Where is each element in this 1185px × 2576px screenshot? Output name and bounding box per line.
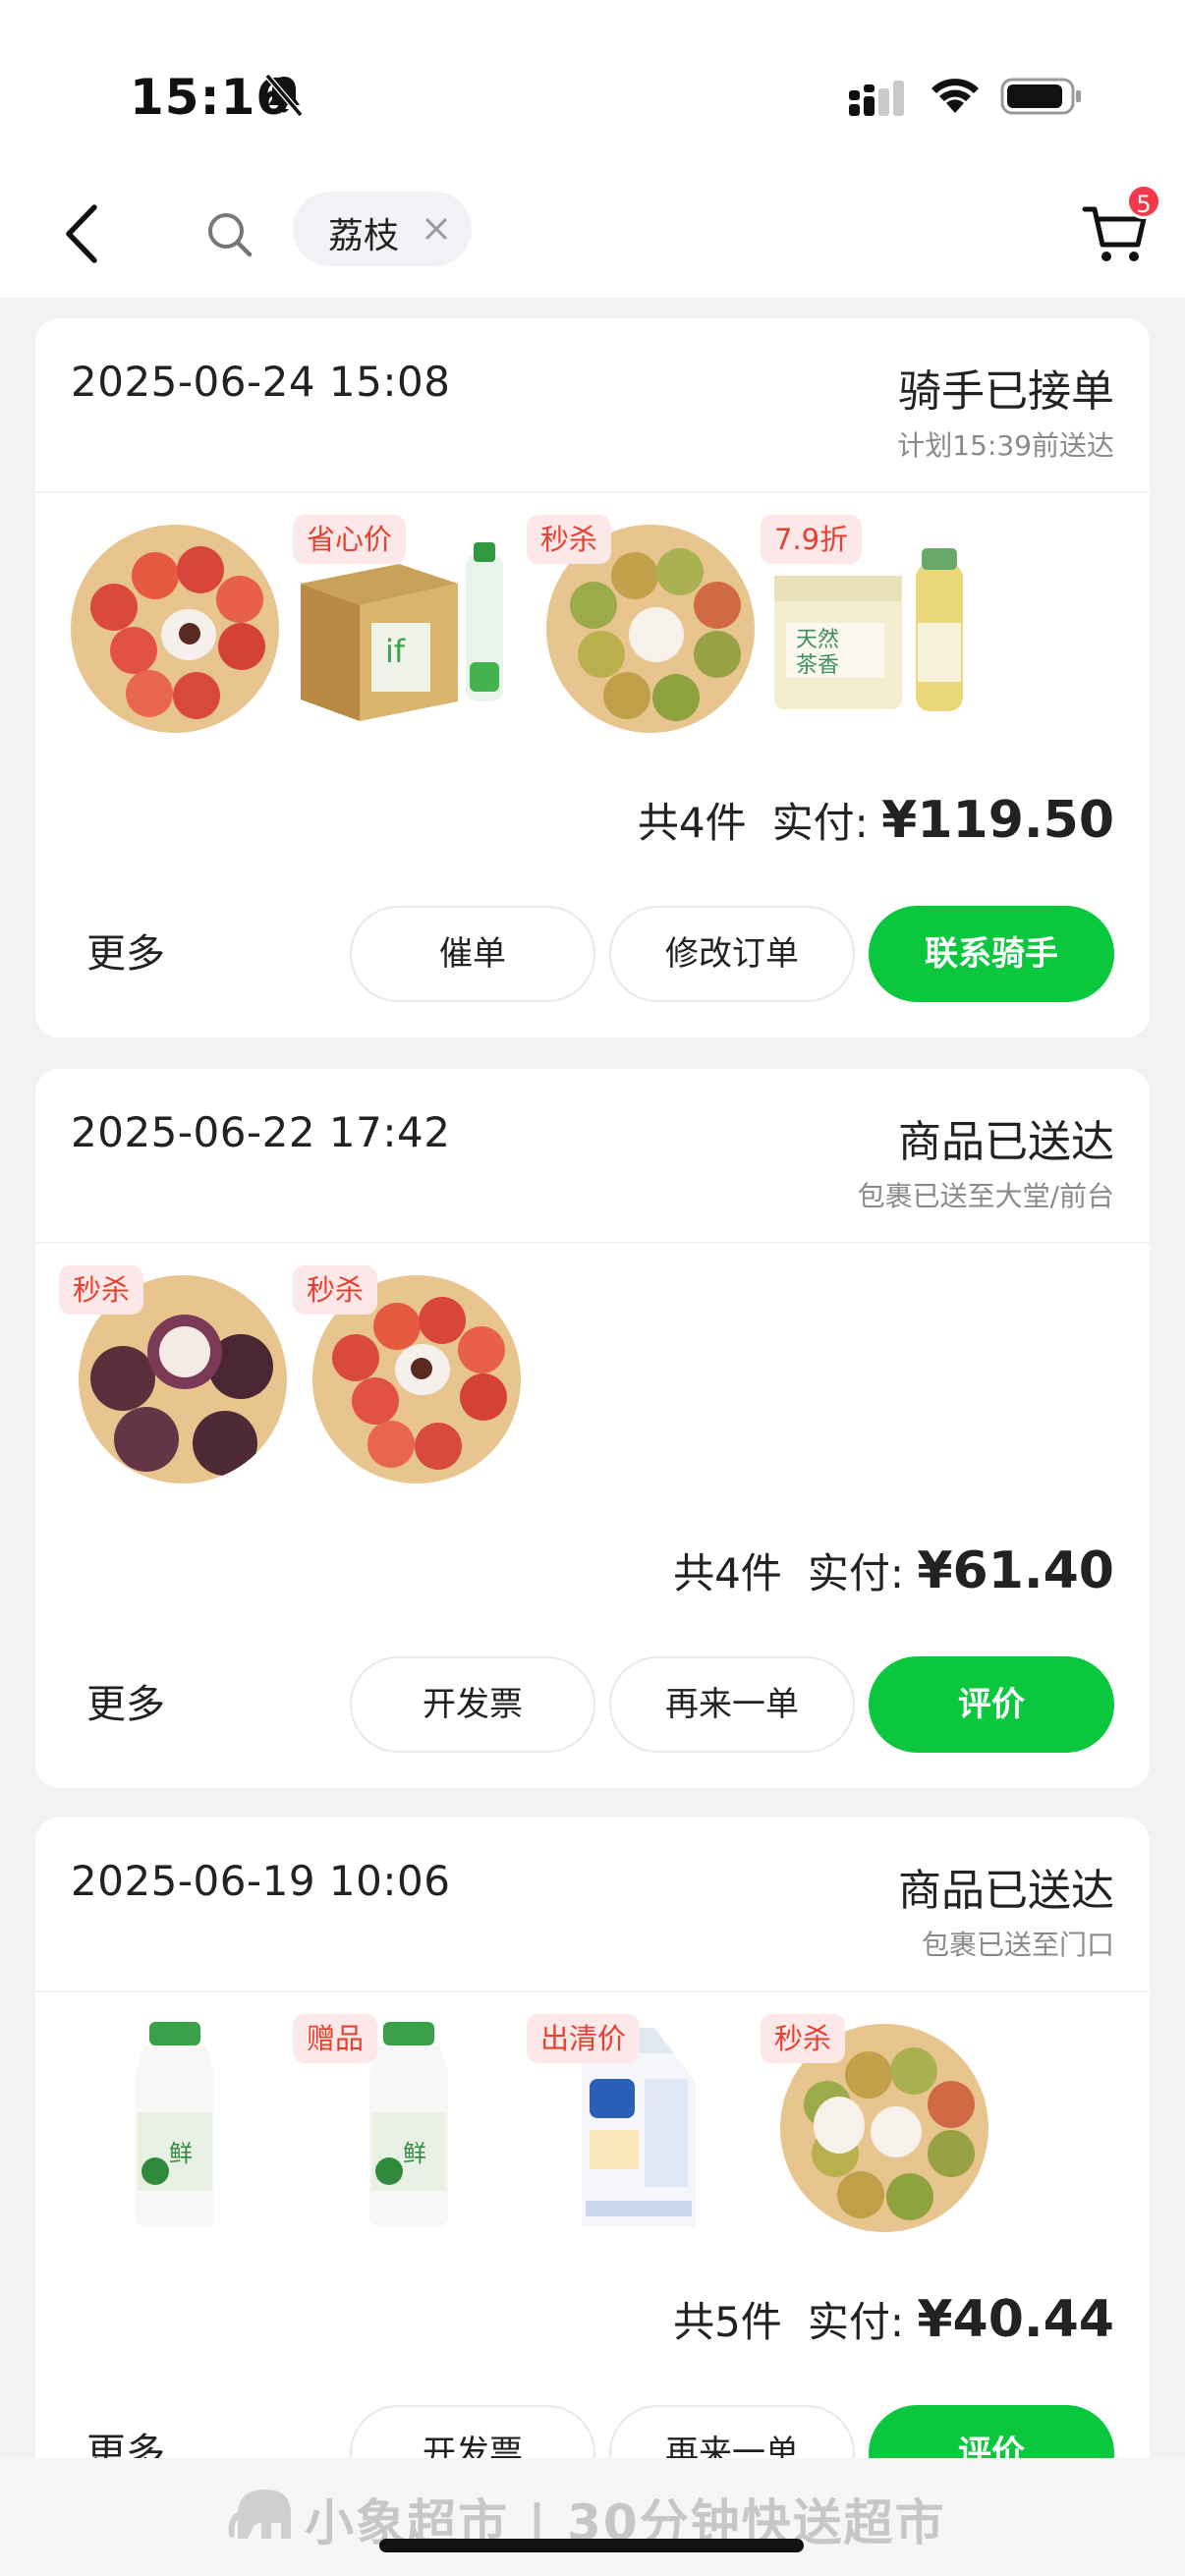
order-price: ¥40.44 xyxy=(917,2290,1114,2349)
product-thumbnail[interactable]: 赠品 鲜 xyxy=(293,2014,515,2236)
order-status: 骑手已接单 xyxy=(898,366,1114,417)
back-arrow-icon[interactable] xyxy=(61,201,104,266)
order-total: 共5件 实付: ¥40.44 xyxy=(673,2289,1114,2349)
divider xyxy=(35,1242,1150,1244)
divider xyxy=(35,1990,1150,1992)
product-thumbnail[interactable] xyxy=(51,515,279,737)
order-price: ¥61.40 xyxy=(917,1541,1114,1600)
search-keyword-chip[interactable]: 荔枝 xyxy=(293,192,472,266)
paid-label: 实付: xyxy=(807,1549,904,1597)
status-bar: 15:16 xyxy=(0,0,1185,172)
svg-text:鲜: 鲜 xyxy=(169,2140,193,2167)
elephant-logo-icon xyxy=(228,2490,291,2539)
promo-tag: 7.9折 xyxy=(761,515,863,564)
promo-tag: 秒杀 xyxy=(761,2014,846,2063)
more-link[interactable]: 更多 xyxy=(86,922,165,979)
order-date: 2025-06-24 15:08 xyxy=(71,358,451,406)
order-date: 2025-06-22 17:42 xyxy=(71,1108,451,1156)
svg-text:天然: 天然 xyxy=(796,628,839,652)
order-card[interactable]: 2025-06-24 15:08 骑手已接单 计划15:39前送达 省心价 if xyxy=(35,318,1150,1037)
order-price: ¥119.50 xyxy=(881,791,1114,850)
item-count: 共5件 xyxy=(673,2298,782,2346)
lychee-image xyxy=(71,525,279,733)
home-indicator[interactable] xyxy=(379,2539,804,2552)
product-thumbnail[interactable]: 秒杀 xyxy=(527,515,755,737)
cart-count-badge: 5 xyxy=(1126,184,1161,219)
order-substatus: 包裹已送至大堂/前台 xyxy=(857,1180,1114,1212)
search-icon[interactable] xyxy=(202,207,257,262)
promo-tag: 赠品 xyxy=(293,2014,378,2063)
modify-order-button[interactable]: 修改订单 xyxy=(609,906,855,1002)
promo-tag: 省心价 xyxy=(293,515,407,564)
promo-tag: 秒杀 xyxy=(527,515,612,564)
item-count: 共4件 xyxy=(673,1549,782,1597)
issue-invoice-button[interactable]: 开发票 xyxy=(350,1656,595,1753)
order-date: 2025-06-19 10:06 xyxy=(71,1857,451,1905)
product-thumbnail[interactable]: 出清价 xyxy=(527,2014,749,2236)
svg-text:茶香: 茶香 xyxy=(796,653,839,678)
paid-label: 实付: xyxy=(771,799,869,847)
order-status: 商品已送达 xyxy=(898,1866,1114,1916)
bell-muted-icon xyxy=(264,74,304,117)
reorder-button[interactable]: 再来一单 xyxy=(609,1656,855,1753)
clear-keyword-icon[interactable] xyxy=(421,213,452,245)
cellular-signal-icon xyxy=(849,81,904,116)
product-thumbnail[interactable]: 秒杀 xyxy=(761,2014,988,2236)
product-thumbnail[interactable]: 省心价 if xyxy=(293,515,515,737)
order-substatus: 包裹已送至门口 xyxy=(921,1929,1114,1961)
promo-tag: 出清价 xyxy=(527,2014,641,2063)
order-status: 商品已送达 xyxy=(898,1117,1114,1167)
svg-text:鲜: 鲜 xyxy=(403,2140,426,2167)
svg-text:if: if xyxy=(385,633,406,670)
search-header: 荔枝 5 xyxy=(0,172,1185,298)
battery-icon xyxy=(1000,78,1081,115)
fresh-milk-bottle-image: 鲜 xyxy=(136,2022,214,2226)
urge-order-button[interactable]: 催单 xyxy=(350,906,595,1002)
contact-rider-button[interactable]: 联系骑手 xyxy=(869,906,1114,1002)
divider xyxy=(35,491,1150,493)
order-card[interactable]: 2025-06-19 10:06 商品已送达 包裹已送至门口 鲜 赠品 鲜 出清… xyxy=(35,1818,1150,2564)
product-thumbnail[interactable]: 秒杀 xyxy=(59,1265,287,1487)
search-keyword-label: 荔枝 xyxy=(328,216,400,256)
order-substatus: 计划15:39前送达 xyxy=(897,429,1114,462)
paid-label: 实付: xyxy=(807,2298,904,2346)
order-total: 共4件 实付: ¥119.50 xyxy=(638,790,1114,850)
order-card[interactable]: 2025-06-22 17:42 商品已送达 包裹已送至大堂/前台 秒杀 秒杀 xyxy=(35,1069,1150,1788)
product-thumbnail[interactable]: 秒杀 xyxy=(293,1265,521,1487)
order-total: 共4件 实付: ¥61.40 xyxy=(673,1540,1114,1600)
product-thumbnail[interactable]: 7.9折 天然 茶香 xyxy=(761,515,983,737)
review-button[interactable]: 评价 xyxy=(869,1656,1114,1753)
promo-tag: 秒杀 xyxy=(59,1265,144,1315)
more-link[interactable]: 更多 xyxy=(86,1672,165,1729)
wifi-icon xyxy=(931,79,979,113)
promo-tag: 秒杀 xyxy=(293,1265,378,1315)
brand-footer: 小象超市 | 30分钟快送超市 xyxy=(0,2458,1185,2576)
product-thumbnail[interactable]: 鲜 xyxy=(59,2014,281,2236)
item-count: 共4件 xyxy=(637,799,747,847)
